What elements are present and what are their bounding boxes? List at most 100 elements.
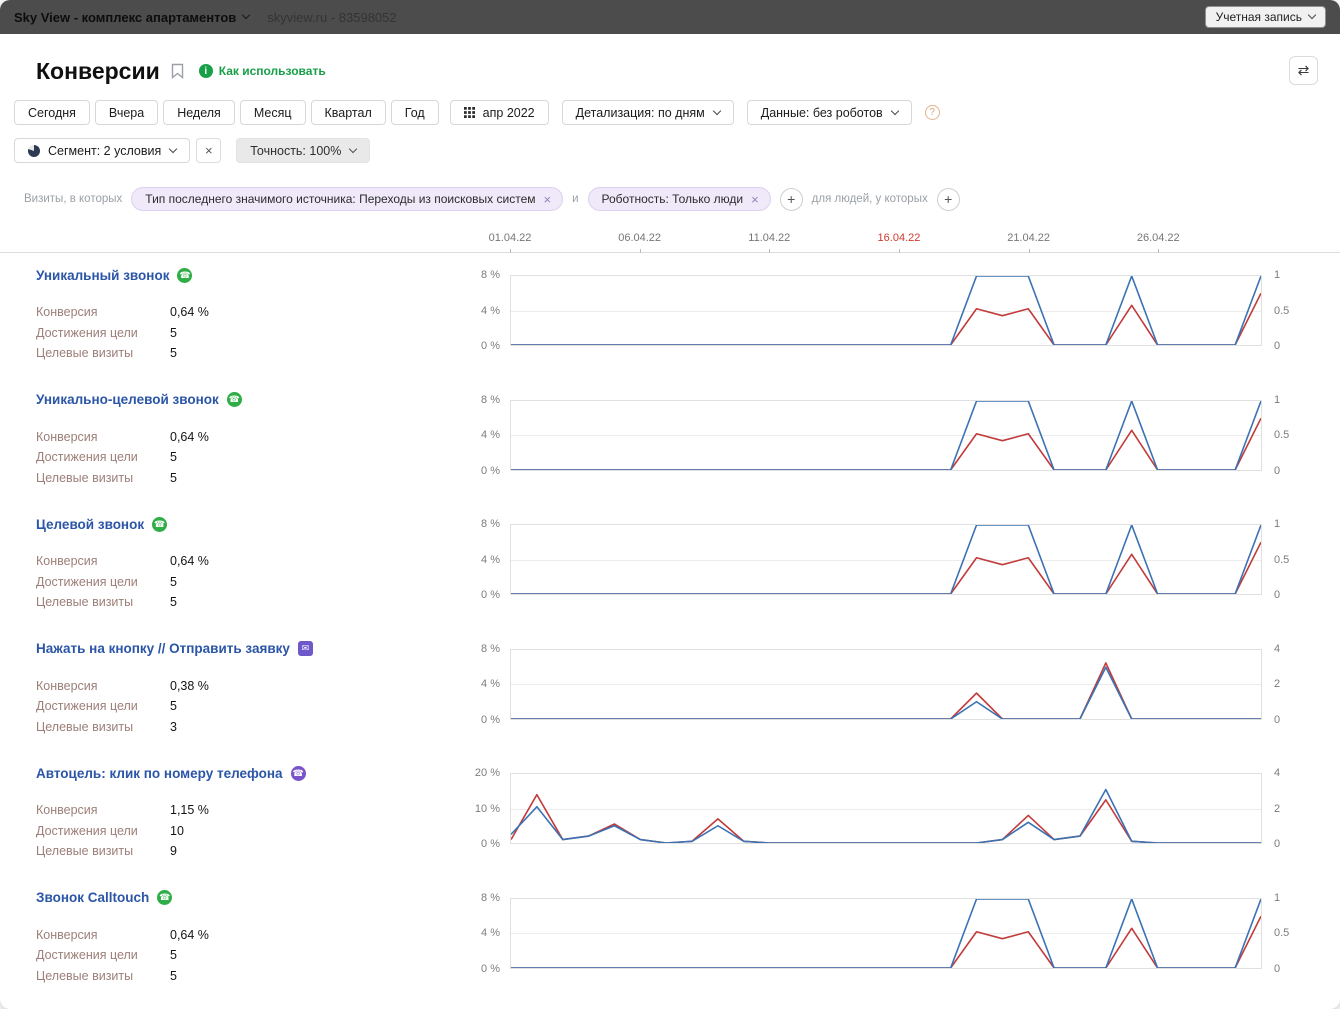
period-button[interactable]: Вчера bbox=[95, 100, 158, 125]
info-icon bbox=[199, 64, 213, 78]
left-axis-tick: 8 % bbox=[481, 269, 500, 281]
chevron-down-icon bbox=[169, 144, 177, 152]
and-label: и bbox=[572, 193, 578, 205]
metric-label[interactable]: Конверсия bbox=[36, 554, 170, 568]
goal-title[interactable]: Автоцель: клик по номеру телефона bbox=[36, 766, 283, 781]
metric-label[interactable]: Целевые визиты bbox=[36, 346, 170, 360]
metric-label[interactable]: Конверсия bbox=[36, 803, 170, 817]
right-axis-tick: 0 bbox=[1274, 340, 1280, 352]
calendar-button[interactable]: апр 2022 bbox=[450, 100, 549, 125]
metric-label[interactable]: Достижения цели bbox=[36, 450, 170, 464]
chart-lines bbox=[511, 276, 1261, 345]
period-buttons: СегодняВчераНеделяМесяцКварталГод bbox=[14, 100, 439, 125]
goal-title[interactable]: Уникально-целевой звонок bbox=[36, 392, 219, 407]
add-people-condition-button[interactable] bbox=[937, 188, 960, 211]
metric-value: 5 bbox=[170, 326, 177, 340]
right-axis-tick: 4 bbox=[1274, 767, 1280, 779]
bookmark-icon[interactable] bbox=[171, 63, 184, 79]
period-button[interactable]: Сегодня bbox=[14, 100, 90, 125]
accuracy-dropdown[interactable]: Точность: 100% bbox=[236, 138, 370, 163]
period-button[interactable]: Неделя bbox=[163, 100, 235, 125]
account-label: Учетная запись bbox=[1216, 10, 1302, 24]
chevron-down-icon bbox=[890, 106, 898, 114]
chart-right-axis: 10.50 bbox=[1262, 390, 1340, 503]
left-axis-tick: 4 % bbox=[481, 554, 500, 566]
metric-label[interactable]: Конверсия bbox=[36, 928, 170, 942]
metric-label[interactable]: Достижения цели bbox=[36, 948, 170, 962]
chart-lines bbox=[511, 525, 1261, 594]
left-axis-tick: 4 % bbox=[481, 678, 500, 690]
period-toolbar: СегодняВчераНеделяМесяцКварталГод апр 20… bbox=[0, 92, 1340, 125]
chart-area bbox=[510, 265, 1262, 378]
chart-area bbox=[510, 888, 1262, 1001]
counter-selector[interactable]: Sky View - комплекс апартаментов bbox=[14, 10, 249, 25]
goal-icon: ☎ bbox=[177, 268, 192, 283]
metric-label[interactable]: Конверсия bbox=[36, 679, 170, 693]
data-robots-dropdown[interactable]: Данные: без роботов bbox=[747, 100, 912, 125]
axis-tick bbox=[1158, 249, 1159, 253]
help-question-icon[interactable] bbox=[925, 105, 940, 120]
right-axis-tick: 2 bbox=[1274, 803, 1280, 815]
metric-value: 3 bbox=[170, 720, 177, 734]
metric-label[interactable]: Конверсия bbox=[36, 305, 170, 319]
goal-title[interactable]: Звонок Calltouch bbox=[36, 890, 149, 905]
metric-label[interactable]: Целевые визиты bbox=[36, 471, 170, 485]
metric-label[interactable]: Достижения цели bbox=[36, 575, 170, 589]
metric-label[interactable]: Достижения цели bbox=[36, 699, 170, 713]
axis-date-label: 01.04.22 bbox=[489, 232, 532, 244]
segment-dropdown[interactable]: Сегмент: 2 условия bbox=[14, 138, 190, 163]
goal-title[interactable]: Целевой звонок bbox=[36, 517, 144, 532]
goal-title[interactable]: Нажать на кнопку // Отправить заявку bbox=[36, 641, 290, 656]
chart-right-axis: 420 bbox=[1262, 763, 1340, 876]
period-button[interactable]: Квартал bbox=[311, 100, 386, 125]
left-axis-tick: 4 % bbox=[481, 927, 500, 939]
metric-label[interactable]: Конверсия bbox=[36, 430, 170, 444]
account-menu-button[interactable]: Учетная запись bbox=[1205, 6, 1326, 28]
metric-label[interactable]: Целевые визиты bbox=[36, 595, 170, 609]
export-icon[interactable] bbox=[1289, 56, 1318, 85]
right-axis-tick: 0 bbox=[1274, 963, 1280, 975]
period-button[interactable]: Год bbox=[391, 100, 439, 125]
left-axis-tick: 0 % bbox=[481, 714, 500, 726]
remove-chip-icon[interactable] bbox=[544, 193, 552, 206]
add-visit-condition-button[interactable] bbox=[780, 188, 803, 211]
period-button[interactable]: Месяц bbox=[240, 100, 306, 125]
axis-date-label: 21.04.22 bbox=[1007, 232, 1050, 244]
goal-stats: Конверсия0,64 %Достижения цели5Целевые в… bbox=[36, 427, 450, 489]
detalization-label: Детализация: по дням bbox=[576, 106, 705, 120]
goal-row: Уникальный звонок ☎ Конверсия0,64 %Дости… bbox=[0, 253, 1340, 378]
goal-icon: ✉ bbox=[298, 641, 313, 656]
goal-stats: Конверсия0,64 %Достижения цели5Целевые в… bbox=[36, 551, 450, 613]
line-chart bbox=[510, 898, 1262, 969]
metric-value: 5 bbox=[170, 346, 177, 360]
detalization-dropdown[interactable]: Детализация: по дням bbox=[562, 100, 734, 125]
chart-lines bbox=[511, 774, 1261, 843]
segment-label: Сегмент: 2 условия bbox=[48, 144, 161, 158]
filter-chip-label: Роботность: Только люди bbox=[602, 192, 744, 206]
date-axis-labels: 01.04.2206.04.2211.04.2216.04.2221.04.22… bbox=[510, 227, 1262, 252]
chart-area bbox=[510, 390, 1262, 503]
filter-chip[interactable]: Роботность: Только люди bbox=[588, 187, 771, 211]
left-axis-tick: 0 % bbox=[481, 838, 500, 850]
goal-info: Уникально-целевой звонок ☎ Конверсия0,64… bbox=[0, 390, 450, 503]
axis-date-label: 11.04.22 bbox=[748, 232, 790, 244]
metric-value: 5 bbox=[170, 575, 177, 589]
filter-chip[interactable]: Тип последнего значимого источника: Пере… bbox=[131, 187, 563, 211]
metric-label[interactable]: Достижения цели bbox=[36, 326, 170, 340]
goal-stats: Конверсия0,64 %Достижения цели5Целевые в… bbox=[36, 925, 450, 987]
metric-label[interactable]: Целевые визиты bbox=[36, 844, 170, 858]
right-axis-tick: 0 bbox=[1274, 589, 1280, 601]
metric-label[interactable]: Достижения цели bbox=[36, 824, 170, 838]
chart-right-axis: 10.50 bbox=[1262, 514, 1340, 627]
counter-id: skyview.ru - 83598052 bbox=[267, 10, 396, 25]
goal-title[interactable]: Уникальный звонок bbox=[36, 268, 169, 283]
line-chart bbox=[510, 773, 1262, 844]
date-axis: 01.04.2206.04.2211.04.2216.04.2221.04.22… bbox=[0, 227, 1340, 253]
chart-right-axis: 10.50 bbox=[1262, 888, 1340, 1001]
metric-label[interactable]: Целевые визиты bbox=[36, 720, 170, 734]
goal-icon: ☎ bbox=[291, 766, 306, 781]
metric-label[interactable]: Целевые визиты bbox=[36, 969, 170, 983]
clear-segment-button[interactable] bbox=[196, 138, 221, 163]
how-to-use-link[interactable]: Как использовать bbox=[199, 64, 326, 78]
remove-chip-icon[interactable] bbox=[751, 193, 759, 206]
